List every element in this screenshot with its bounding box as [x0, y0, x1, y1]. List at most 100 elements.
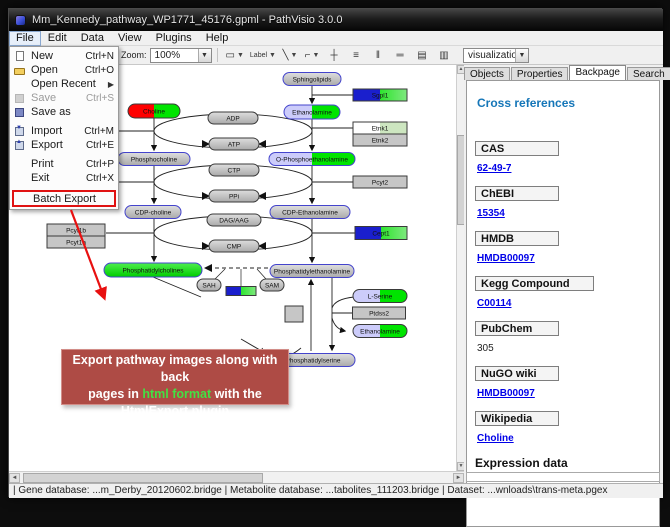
file-menu-item-open[interactable]: OpenCtrl+O [10, 63, 118, 77]
xref-database-name: NuGO wiki [475, 366, 559, 381]
pathway-node-l-serine[interactable]: L-Serine [353, 290, 407, 303]
align-center-button[interactable]: ┼ [326, 47, 342, 63]
file-menu-item-open-recent[interactable]: Open Recent▶ [10, 77, 118, 91]
pathway-node-ptdss1-partial[interactable] [285, 306, 303, 322]
pathway-node-choline-top[interactable]: Choline [128, 104, 180, 118]
pathway-node-sah[interactable]: SAH [197, 279, 221, 291]
tab-search[interactable]: Search [627, 67, 670, 80]
chevron-down-icon[interactable]: ▼ [312, 52, 319, 59]
tab-objects[interactable]: Objects [464, 67, 510, 80]
file-menu-item-label: Export [31, 139, 80, 151]
pathway-node-sam[interactable]: SAM [260, 279, 284, 291]
pathway-node-ptdss2[interactable]: Ptdss2 [353, 307, 406, 319]
xref-section-nugo-wiki: NuGO wiki HMDB00097 [475, 366, 659, 411]
pathway-node-cdp-choline[interactable]: CDP-choline [125, 206, 181, 219]
pathway-node-o-phosphoethanolamine[interactable]: O-Phosphoethanolamine [269, 153, 355, 166]
zoom-combobox[interactable]: 100% ▼ [150, 48, 212, 63]
scroll-right-button[interactable]: ► [453, 473, 464, 483]
stack-button[interactable]: ▥ [436, 47, 452, 63]
pathway-node-pcyt1a[interactable]: Pcyt1a [47, 236, 105, 248]
common-size-button[interactable]: ▤ [414, 47, 430, 63]
svg-text:DAG/AAG: DAG/AAG [219, 217, 249, 224]
svg-text:Choline: Choline [143, 108, 165, 115]
chevron-down-icon[interactable]: ▼ [515, 49, 528, 62]
chevron-down-icon[interactable]: ▼ [198, 49, 211, 62]
tab-properties[interactable]: Properties [511, 67, 569, 80]
xref-link[interactable]: C00114 [477, 298, 511, 310]
file-menu-item-label: Save [31, 92, 80, 104]
pathway-node-dag-aag[interactable]: DAG/AAG [207, 214, 261, 226]
file-menu-dropdown: NewCtrl+NOpenCtrl+OOpen Recent▶Save Ctrl+… [9, 46, 119, 210]
shortcut-label: Ctrl+M [84, 126, 114, 137]
file-menu-item-export[interactable]: Export Ctrl+E [10, 138, 118, 152]
svg-text:Phosphocholine: Phosphocholine [131, 156, 178, 163]
horizontal-scroll-thumb[interactable] [23, 473, 263, 483]
svg-text:Sphingolipids: Sphingolipids [293, 76, 332, 83]
pathway-node-etnk1[interactable]: Etnk1 [353, 122, 407, 134]
file-menu-item-batch-export[interactable]: Batch Export [12, 190, 116, 207]
pathway-node-phosphatidylcholines[interactable]: Phosphatidylcholines [104, 263, 202, 277]
svg-text:Phosphatidylcholines: Phosphatidylcholines [122, 267, 184, 274]
pathway-node-atp[interactable]: ATP [209, 138, 259, 150]
pathway-node-phosphatidylethanolamine[interactable]: Phosphatidylethanolamine [270, 265, 354, 278]
distribute-horizontal-button[interactable]: ‖ [370, 47, 386, 63]
svg-text:PPi: PPi [229, 193, 239, 200]
chevron-down-icon[interactable]: ▼ [237, 52, 244, 59]
horizontal-scrollbar[interactable]: ◄ ► [9, 471, 464, 483]
xref-link[interactable]: 62-49-7 [477, 163, 511, 175]
annotation-line2-pre: pages in [88, 387, 142, 401]
file-menu-item-save[interactable]: Save Ctrl+S [10, 91, 118, 105]
pathway-node-cept1[interactable]: Cept1 [355, 227, 407, 240]
no-icon [13, 79, 26, 90]
svg-text:O-Phosphoethanolamine: O-Phosphoethanolamine [276, 156, 348, 163]
file-menu-item-label: Open [31, 64, 79, 76]
menu-edit[interactable]: Edit [41, 31, 74, 46]
pathway-node-pemt[interactable] [226, 287, 256, 296]
file-menu-item-exit[interactable]: ExitCtrl+X [10, 171, 118, 185]
menu-help[interactable]: Help [199, 31, 236, 46]
xref-database-name: ChEBI [475, 186, 559, 201]
label-button[interactable]: Label▼ [250, 47, 276, 63]
file-menu-item-new[interactable]: NewCtrl+N [10, 49, 118, 63]
distribute-vertical-button[interactable]: ═ [392, 47, 408, 63]
pathway-node-ctp[interactable]: CTP [209, 164, 259, 176]
menu-file[interactable]: File [9, 31, 41, 46]
pathway-node-ethanolamine-low[interactable]: Ethanolamine [353, 325, 407, 338]
chevron-down-icon[interactable]: ▼ [291, 52, 298, 59]
pathway-node-phosphocholine[interactable]: Phosphocholine [118, 153, 190, 166]
pathway-node-sphingolipids[interactable]: Sphingolipids [283, 73, 341, 86]
scroll-left-button[interactable]: ◄ [9, 473, 20, 483]
menu-view[interactable]: View [111, 31, 149, 46]
file-menu-item-print[interactable]: PrintCtrl+P [10, 157, 118, 171]
pathway-node-cmp[interactable]: CMP [209, 240, 259, 252]
line-button[interactable]: ╲▼ [282, 47, 298, 63]
chevron-down-icon[interactable]: ▼ [269, 52, 276, 59]
xref-link[interactable]: HMDB00097 [477, 253, 535, 265]
datanode-button[interactable]: ▭▼ [226, 47, 244, 63]
file-menu-item-import[interactable]: ImportCtrl+M [10, 124, 118, 138]
menu-data[interactable]: Data [74, 31, 111, 46]
pathway-node-pcyt1b[interactable]: Pcyt1b [47, 224, 105, 236]
pathway-node-ppi[interactable]: PPi [209, 190, 259, 202]
title-bar[interactable]: Mm_Kennedy_pathway_WP1771_45176.gpml - P… [9, 9, 663, 31]
shortcut-label: Ctrl+S [86, 93, 114, 104]
pathway-node-cdp-ethanolamine[interactable]: CDP-Ethanolamine [270, 206, 350, 219]
visualization-combobox[interactable]: visualization ▼ [463, 48, 529, 63]
pathway-node-etnk2[interactable]: Etnk2 [353, 134, 407, 146]
align-middle-button[interactable]: ≡ [348, 47, 364, 63]
xref-link[interactable]: HMDB00097 [477, 388, 535, 400]
menu-plugins[interactable]: Plugins [149, 31, 199, 46]
shortcut-label: Ctrl+E [86, 140, 114, 151]
xref-link[interactable]: Choline [477, 433, 514, 445]
file-menu-item-save-as[interactable]: Save as [10, 105, 118, 119]
pathway-node-ethanolamine-top[interactable]: Ethanolamine [284, 105, 340, 119]
tab-backpage[interactable]: Backpage [569, 65, 625, 80]
pathway-node-pcyt2[interactable]: Pcyt2 [353, 176, 407, 188]
svg-text:Pcyt1b: Pcyt1b [66, 227, 86, 234]
xref-link[interactable]: 15354 [477, 208, 505, 220]
connector-button[interactable]: ⌐▼ [304, 47, 320, 63]
vertical-scrollbar[interactable]: ▲ ▼ [456, 65, 464, 471]
pathway-node-adp[interactable]: ADP [208, 112, 258, 124]
toolbar-buttons: ▭▼ Label▼ ╲▼ ⌐▼ ┼ ≡ ‖ ═ ▤ ▥ [223, 47, 455, 63]
pathway-node-sgpl1[interactable]: Sgpl1 [353, 89, 407, 101]
